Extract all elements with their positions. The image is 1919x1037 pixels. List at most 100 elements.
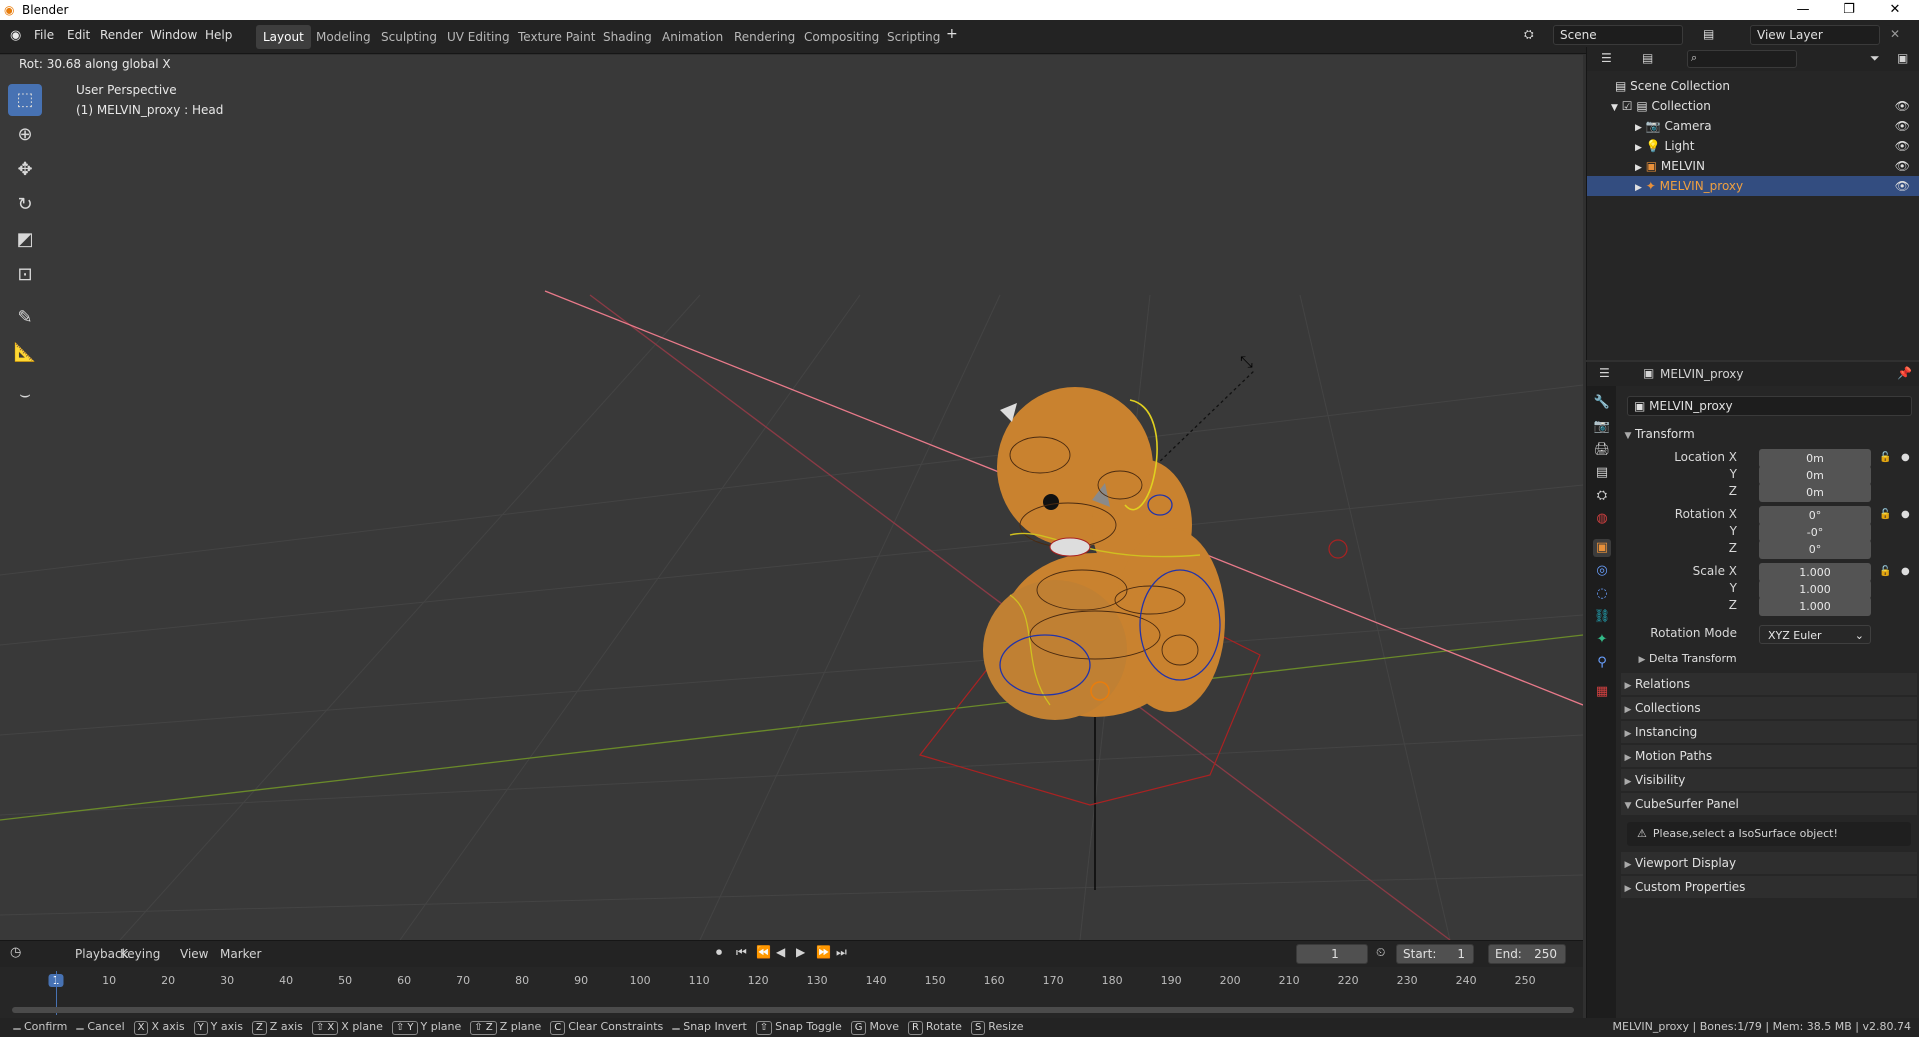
minimize-button[interactable]: — [1780,0,1826,20]
checkbox-icon[interactable]: ☑ [1622,99,1633,113]
measure-tool-icon[interactable]: 📐 [8,337,42,369]
eye-icon[interactable]: 👁 [1895,156,1910,176]
view-menu[interactable]: View [180,947,208,961]
marker-menu[interactable]: Marker [220,947,261,961]
close-button[interactable]: ✕ [1872,0,1918,20]
tab-modeling[interactable]: Modeling [309,25,378,49]
scene-tab-icon[interactable]: ⛭ [1593,487,1611,505]
keyframe-dot-icon[interactable]: ● [1901,509,1910,520]
tab-shading[interactable]: Shading [596,25,659,49]
rotation-z-field[interactable]: 0° [1759,540,1871,559]
render-tab-icon[interactable]: 📷 [1593,418,1611,436]
viewport-display-panel[interactable]: ▶ Viewport Display [1621,852,1917,874]
properties-editor-type-icon[interactable]: ☰ [1599,366,1610,380]
instancing-panel[interactable]: ▶ Instancing [1621,721,1917,743]
location-z-field[interactable]: 0m [1759,483,1871,502]
keyframe-dot-icon[interactable]: ● [1901,566,1910,577]
rotate-tool-icon[interactable]: ↻ [8,189,42,221]
next-keyframe-icon[interactable]: ⏩ [816,945,831,959]
annotate-tool-icon[interactable]: ✎ [8,302,42,334]
tab-scripting[interactable]: Scripting [880,25,947,49]
frame-ruler[interactable]: 1102030405060708090100110120130140150160… [0,971,1583,991]
end-frame-field[interactable]: End: 250 [1488,944,1566,964]
menu-window[interactable]: Window [150,28,197,42]
delta-transform-panel[interactable]: ▶ Delta Transform [1635,648,1905,670]
eye-icon[interactable]: 👁 [1895,96,1910,116]
data-tab-icon[interactable]: ✦ [1593,631,1611,649]
maximize-button[interactable]: ❐ [1826,0,1872,20]
transform-tool-icon[interactable]: ⊡ [8,259,42,291]
keyframe-dot-icon[interactable]: ● [1901,452,1910,463]
rotation-mode-dropdown[interactable]: XYZ Euler ⌄ [1759,625,1871,644]
lock-icon[interactable]: 🔓 [1879,452,1891,463]
outliner-scene-collection[interactable]: ▤ Scene Collection [1587,76,1919,96]
tool-tab-icon[interactable]: 🔧 [1593,394,1611,412]
start-frame-field[interactable]: Start: 1 [1396,944,1474,964]
tab-sculpting[interactable]: Sculpting [374,25,444,49]
filter-icon[interactable]: ⏷ [1870,51,1880,66]
scale-z-field[interactable]: 1.000 [1759,597,1871,616]
tab-texture-paint[interactable]: Texture Paint [511,25,602,49]
output-tab-icon[interactable]: 🖨 [1593,441,1611,459]
menu-render[interactable]: Render [100,28,143,42]
modifier-tab-icon[interactable]: ◎ [1593,562,1611,580]
object-name-field[interactable]: ▣ MELVIN_proxy [1627,396,1912,416]
scene-selector-icon[interactable]: ⛭ [1524,27,1534,42]
tab-rendering[interactable]: Rendering [727,25,802,49]
3d-viewport[interactable]: ⤡ Rot: 30.68 along global X User Perspec… [0,55,1583,940]
scale-tool-icon[interactable]: ◩ [8,224,42,256]
tab-compositing[interactable]: Compositing [797,25,886,49]
visibility-panel[interactable]: ▶ Visibility [1621,769,1917,791]
remove-view-layer-icon[interactable]: ✕ [1890,27,1900,41]
menu-file[interactable]: File [34,28,54,42]
object-tab-icon[interactable]: ▣ [1593,539,1611,557]
tab-animation[interactable]: Animation [655,25,730,49]
outliner-item-melvin-proxy[interactable]: ▶ ✦ MELVIN_proxy 👁 [1587,176,1919,196]
timeline-scrollbar[interactable] [12,1007,1574,1013]
move-tool-icon[interactable]: ✥ [8,154,42,186]
record-icon[interactable]: ⏺ [716,945,722,960]
relations-panel[interactable]: ▶ Relations [1621,673,1917,695]
tab-layout[interactable]: Layout [256,25,311,49]
display-mode-icon[interactable]: ▤ [1642,51,1653,65]
cubesurfer-panel[interactable]: ▼ CubeSurfer Panel [1621,793,1917,815]
transform-panel-header[interactable]: ▼ Transform [1621,423,1917,445]
outliner-item-melvin[interactable]: ▶ ▣ MELVIN 👁 [1587,156,1919,176]
bone-tool-icon[interactable]: ⌣ [8,379,42,411]
outliner-item-camera[interactable]: ▶ 📷 Camera 👁 [1587,116,1919,136]
eye-icon[interactable]: 👁 [1895,176,1910,196]
prev-keyframe-icon[interactable]: ⏪ [756,945,771,959]
outliner-item-collection[interactable]: ▼ ☑ ▤ Collection 👁 [1587,96,1919,116]
scene-field[interactable]: Scene [1553,25,1683,45]
jump-end-icon[interactable]: ⏭ [836,945,847,960]
pin-icon[interactable]: 📌 [1897,366,1912,380]
constraints-tab-icon[interactable]: ⛓ [1593,608,1611,626]
tab-uv-editing[interactable]: UV Editing [440,25,517,49]
eye-icon[interactable]: 👁 [1895,136,1910,156]
play-icon[interactable]: ▶ [796,945,805,959]
select-box-tool-icon[interactable]: ⬚ [8,84,42,116]
collections-panel[interactable]: ▶ Collections [1621,697,1917,719]
add-workspace-button[interactable]: + [946,26,958,42]
motion-paths-panel[interactable]: ▶ Motion Paths [1621,745,1917,767]
editor-type-icon[interactable]: ◷ [10,945,21,960]
physics-tab-icon[interactable]: ◌ [1593,585,1611,603]
menu-help[interactable]: Help [205,28,232,42]
view-layer-tab-icon[interactable]: ▤ [1593,464,1611,482]
texture-tab-icon[interactable]: ▦ [1593,683,1611,701]
outliner-item-light[interactable]: ▶ 💡 Light 👁 [1587,136,1919,156]
world-tab-icon[interactable]: ◍ [1593,510,1611,528]
lock-icon[interactable]: 🔓 [1879,566,1891,577]
lock-icon[interactable]: 🔓 [1879,509,1891,520]
bone-tab-icon[interactable]: ⚲ [1593,654,1611,672]
eye-icon[interactable]: 👁 [1895,116,1910,136]
view-layer-field[interactable]: View Layer [1750,25,1880,45]
menu-edit[interactable]: Edit [67,28,90,42]
view-layer-icon[interactable]: ▤ [1703,27,1714,41]
outliner-editor-type-icon[interactable]: ☰ [1601,51,1612,65]
jump-start-icon[interactable]: ⏮ [736,945,747,960]
play-reverse-icon[interactable]: ◀ [776,945,785,959]
outliner-search-input[interactable] [1687,50,1797,68]
current-frame-field[interactable]: 1 [1296,944,1368,964]
keying-menu[interactable]: Keying [120,947,160,961]
